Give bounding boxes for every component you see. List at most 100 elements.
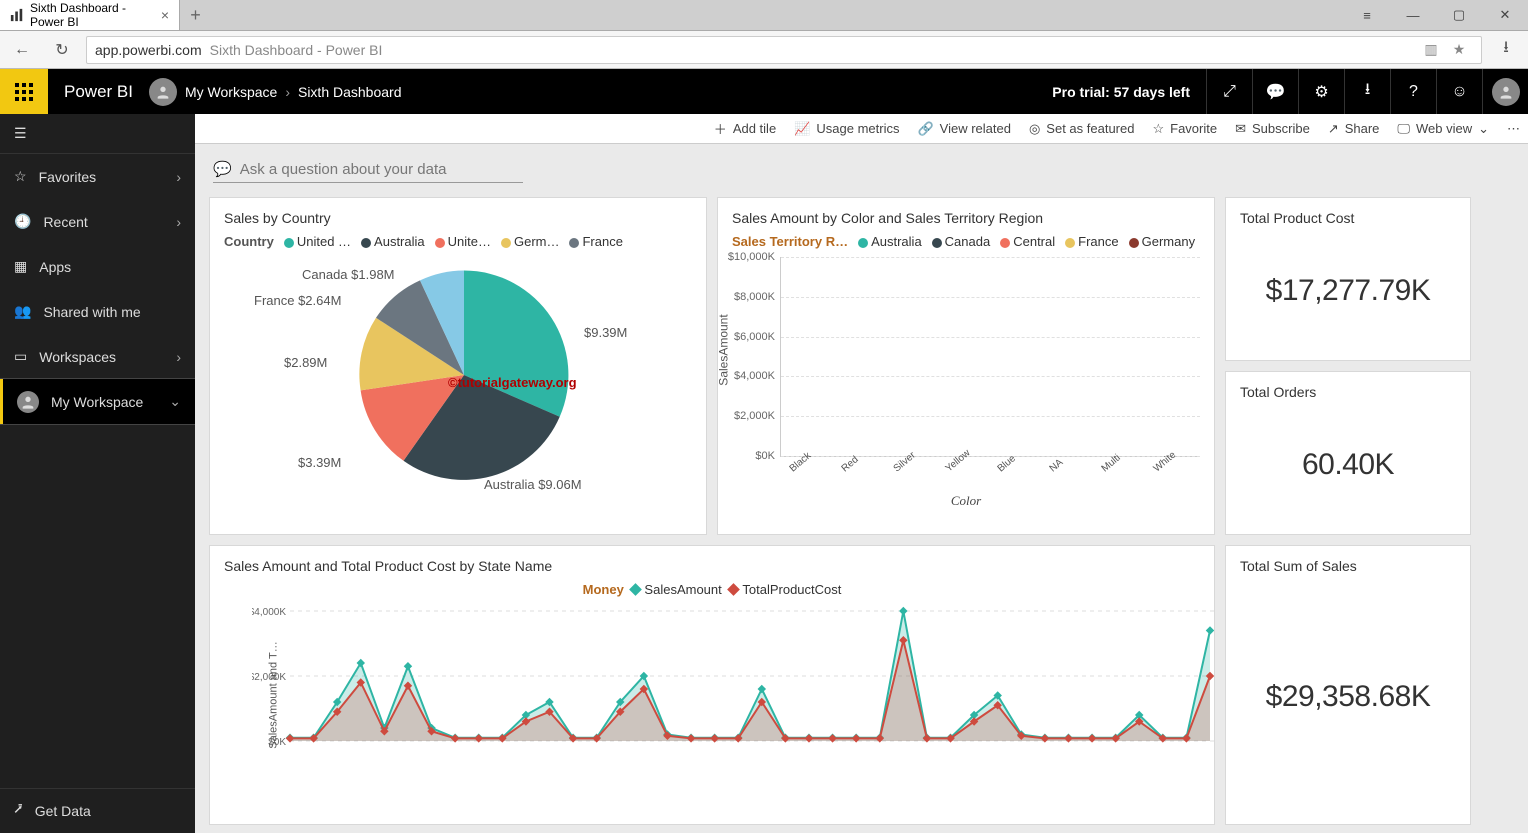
view-related-button[interactable]: 🔗View related [917, 121, 1011, 137]
kpi-value: 60.40K [1302, 448, 1394, 482]
kpi-value: $29,358.68K [1266, 680, 1431, 714]
pie-data-label: Canada $1.98M [302, 267, 395, 282]
download-icon[interactable]: ⭳ [1344, 69, 1390, 114]
chevron-down-icon: ⌄ [169, 393, 181, 410]
app-launcher-icon[interactable] [0, 69, 48, 114]
favorite-icon[interactable]: ★ [1445, 41, 1473, 58]
url-title: Sixth Dashboard - Power BI [210, 42, 383, 58]
breadcrumb: My Workspace › Sixth Dashboard [185, 84, 402, 100]
sidebar: ☰ ☆ Favorites › 🕘 Recent › ▦ Apps 👥 Shar… [0, 114, 195, 833]
tile-sales-by-state[interactable]: Sales Amount and Total Product Cost by S… [209, 545, 1215, 825]
more-icon[interactable]: ⋯ [1507, 121, 1520, 137]
gear-icon[interactable]: ⚙ [1298, 69, 1344, 114]
tile-total-sales[interactable]: Total Sum of Sales $29,358.68K [1225, 545, 1471, 825]
pie-data-label: $9.39M [584, 325, 627, 340]
bar-chart-icon [10, 8, 24, 22]
watermark: ©tutorialgateway.org [448, 375, 577, 390]
qna-input[interactable]: 💬 Ask a question about your data [213, 156, 523, 183]
download-icon[interactable]: ⭳ [1490, 34, 1522, 66]
favorite-button[interactable]: ☆Favorite [1152, 121, 1217, 137]
minimize-icon[interactable]: — [1390, 0, 1436, 30]
fullscreen-icon[interactable]: ⤢ [1206, 69, 1252, 114]
trial-status: Pro trial: 57 days left [1036, 84, 1206, 100]
sidebar-item-favorites[interactable]: ☆ Favorites › [0, 154, 195, 199]
qna-placeholder: Ask a question about your data [240, 161, 447, 178]
metrics-icon: 📈 [794, 121, 810, 137]
sidebar-get-data[interactable]: ⭷ Get Data [0, 788, 195, 833]
tile-total-product-cost[interactable]: Total Product Cost $17,277.79K [1225, 197, 1471, 361]
sidebar-toggle[interactable]: ☰ [0, 114, 195, 154]
chevron-right-icon: › [176, 214, 181, 230]
plus-icon: ＋ [714, 119, 727, 138]
pie-data-label: France $2.64M [254, 293, 341, 308]
sidebar-item-shared[interactable]: 👥 Shared with me [0, 289, 195, 334]
stacked-bar-chart: $0K$2,000K$4,000K$6,000K$8,000K$10,000KB… [780, 257, 1200, 457]
help-icon[interactable]: ? [1390, 69, 1436, 114]
sidebar-item-myworkspace[interactable]: My Workspace ⌄ [0, 379, 195, 424]
svg-text:$4,000K: $4,000K [252, 607, 286, 618]
kpi-title: Total Sum of Sales [1240, 558, 1456, 574]
dashboard-area: ＋Add tile 📈Usage metrics 🔗View related ◎… [195, 114, 1528, 833]
chevron-right-icon: › [285, 84, 290, 100]
pie-data-label: $3.39M [298, 455, 341, 470]
tile-total-orders[interactable]: Total Orders 60.40K [1225, 371, 1471, 535]
sidebar-footer-label: Get Data [35, 803, 91, 819]
breadcrumb-workspace[interactable]: My Workspace [185, 84, 277, 100]
tab-title: Sixth Dashboard - Power BI [30, 1, 161, 29]
new-tab-button[interactable]: + [180, 0, 211, 30]
sidebar-item-recent[interactable]: 🕘 Recent › [0, 199, 195, 244]
chat-icon: 💬 [213, 160, 232, 178]
pie-legend: Country United … Australia Unite… Germ… … [224, 234, 692, 249]
window-controls: ≡ — ▢ ✕ [1344, 0, 1528, 30]
tile-title: Sales Amount and Total Product Cost by S… [224, 558, 1200, 574]
add-tile-button[interactable]: ＋Add tile [714, 119, 776, 138]
address-row: ← ↻ app.powerbi.com Sixth Dashboard - Po… [0, 31, 1528, 69]
url-host: app.powerbi.com [95, 42, 202, 58]
related-icon: 🔗 [917, 121, 933, 137]
tile-sales-by-country[interactable]: Sales by Country Country United … Austra… [209, 197, 707, 535]
address-bar[interactable]: app.powerbi.com Sixth Dashboard - Power … [86, 36, 1482, 64]
workspaces-icon: ▭ [14, 348, 27, 365]
notifications-icon[interactable]: 💬 [1252, 69, 1298, 114]
chevron-right-icon: › [176, 169, 181, 185]
dashboard-toolbar: ＋Add tile 📈Usage metrics 🔗View related ◎… [195, 114, 1528, 144]
usage-metrics-button[interactable]: 📈Usage metrics [794, 121, 899, 137]
reader-icon[interactable]: ▥ [1417, 41, 1445, 58]
feedback-icon[interactable]: ☺ [1436, 69, 1482, 114]
featured-icon: ◎ [1029, 121, 1040, 137]
sidebar-item-apps[interactable]: ▦ Apps [0, 244, 195, 289]
browser-tab-bar: Sixth Dashboard - Power BI × + ≡ — ▢ ✕ [0, 0, 1528, 31]
subscribe-button[interactable]: ✉Subscribe [1235, 121, 1310, 137]
person-icon [149, 78, 177, 106]
x-axis-label: Color [732, 493, 1200, 509]
line-legend: Money SalesAmount TotalProductCost [224, 582, 1200, 597]
sidebar-item-label: My Workspace [51, 394, 143, 410]
sidebar-item-label: Recent [43, 214, 87, 230]
maximize-icon[interactable]: ▢ [1436, 0, 1482, 30]
star-icon: ☆ [14, 168, 27, 185]
sidebar-item-label: Apps [39, 259, 71, 275]
close-window-icon[interactable]: ✕ [1482, 0, 1528, 30]
set-featured-button[interactable]: ◎Set as featured [1029, 121, 1135, 137]
tile-title: Sales Amount by Color and Sales Territor… [732, 210, 1200, 226]
pie-data-label: Australia $9.06M [484, 477, 582, 492]
refresh-icon[interactable]: ↻ [46, 34, 78, 66]
browser-tab[interactable]: Sixth Dashboard - Power BI × [0, 0, 180, 30]
chevron-right-icon: › [176, 349, 181, 365]
kpi-value: $17,277.79K [1266, 274, 1431, 308]
clock-icon: 🕘 [14, 213, 31, 230]
back-icon[interactable]: ← [6, 34, 38, 66]
close-icon[interactable]: × [161, 7, 169, 23]
tile-title: Sales by Country [224, 210, 692, 226]
app-header: Power BI My Workspace › Sixth Dashboard … [0, 69, 1528, 114]
tile-sales-by-color[interactable]: Sales Amount by Color and Sales Territor… [717, 197, 1215, 535]
sidebar-item-workspaces[interactable]: ▭ Workspaces › [0, 334, 195, 379]
breadcrumb-dashboard[interactable]: Sixth Dashboard [298, 84, 402, 100]
browser-menu-icon[interactable]: ≡ [1344, 0, 1390, 30]
y-axis-label: SalesAmount and T… [268, 641, 280, 748]
mail-icon: ✉ [1235, 121, 1246, 137]
person-icon [17, 391, 39, 413]
web-view-button[interactable]: 🖵Web view ⌄ [1397, 121, 1489, 137]
user-avatar[interactable] [1482, 69, 1528, 114]
share-button[interactable]: ↗Share [1328, 121, 1380, 137]
